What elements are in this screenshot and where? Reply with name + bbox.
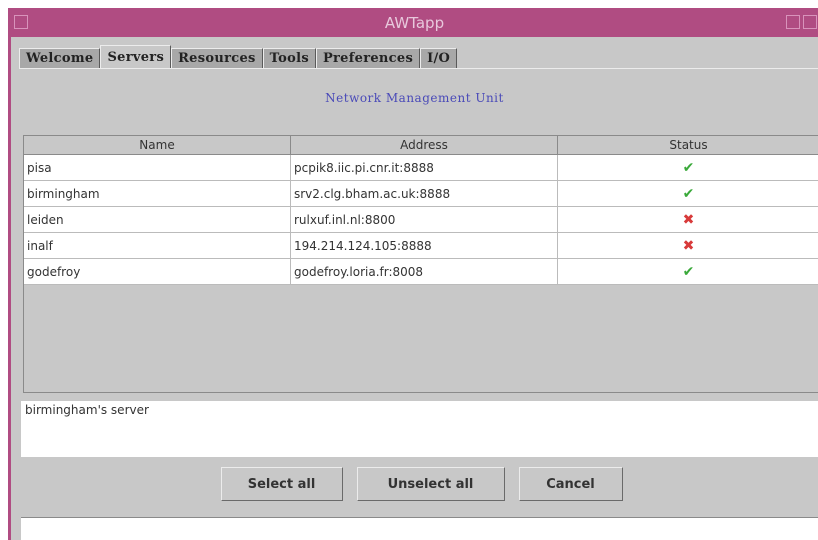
panel-title: Network Management Unit: [325, 91, 504, 105]
tab-tools[interactable]: Tools: [262, 48, 316, 69]
tab-io[interactable]: I/O: [420, 48, 458, 69]
window-menu-icon[interactable]: [14, 15, 28, 29]
message-text: birmingham's server: [25, 403, 149, 417]
table-header-row: Name Address Status: [24, 136, 818, 155]
unselect-all-button[interactable]: Unselect all: [356, 467, 505, 501]
tab-servers[interactable]: Servers: [100, 45, 172, 69]
tab-bar: Welcome Servers Resources Tools Preferen…: [19, 45, 458, 69]
server-address: srv2.clg.bham.ac.uk:8888: [290, 180, 558, 207]
button-row: Select all Unselect all Cancel: [11, 467, 818, 501]
window-title: AWTapp: [384, 14, 445, 32]
cross-icon: ✖: [557, 232, 818, 259]
tab-preferences[interactable]: Preferences: [315, 48, 421, 69]
minimize-icon[interactable]: [786, 15, 800, 29]
server-name: inalf: [24, 232, 291, 259]
column-header-address[interactable]: Address: [290, 136, 558, 155]
maximize-icon[interactable]: [803, 15, 817, 29]
message-area[interactable]: birmingham's server: [21, 401, 818, 457]
table-row[interactable]: inalf 194.214.124.105:8888 ✖: [24, 232, 818, 259]
server-address: rulxuf.inl.nl:8800: [290, 206, 558, 233]
server-address: 194.214.124.105:8888: [290, 232, 558, 259]
server-name: birmingham: [24, 180, 291, 207]
table-row[interactable]: leiden rulxuf.inl.nl:8800 ✖: [24, 206, 818, 233]
tab-resources[interactable]: Resources: [171, 48, 263, 69]
title-bar[interactable]: AWTapp: [11, 9, 818, 37]
server-name: leiden: [24, 206, 291, 233]
server-address: pcpik8.iic.pi.cnr.it:8888: [290, 154, 558, 181]
status-field[interactable]: [21, 517, 818, 540]
table-row[interactable]: birmingham srv2.clg.bham.ac.uk:8888 ✔: [24, 180, 818, 207]
check-icon: ✔: [557, 258, 818, 285]
column-header-name[interactable]: Name: [24, 136, 291, 155]
cancel-button[interactable]: Cancel: [518, 467, 623, 501]
select-all-button[interactable]: Select all: [220, 467, 343, 501]
cross-icon: ✖: [557, 206, 818, 233]
check-icon: ✔: [557, 180, 818, 207]
server-address: godefroy.loria.fr:8008: [290, 258, 558, 285]
check-icon: ✔: [557, 154, 818, 181]
table-row[interactable]: godefroy godefroy.loria.fr:8008 ✔: [24, 258, 818, 285]
server-name: pisa: [24, 154, 291, 181]
tab-divider: [19, 68, 818, 69]
servers-table: Name Address Status pisa pcpik8.iic.pi.c…: [23, 135, 818, 393]
column-header-status[interactable]: Status: [557, 136, 818, 155]
server-name: godefroy: [24, 258, 291, 285]
table-row[interactable]: pisa pcpik8.iic.pi.cnr.it:8888 ✔: [24, 154, 818, 181]
app-window: AWTapp Welcome Servers Resources Tools P…: [8, 8, 818, 540]
tab-welcome[interactable]: Welcome: [19, 48, 101, 69]
